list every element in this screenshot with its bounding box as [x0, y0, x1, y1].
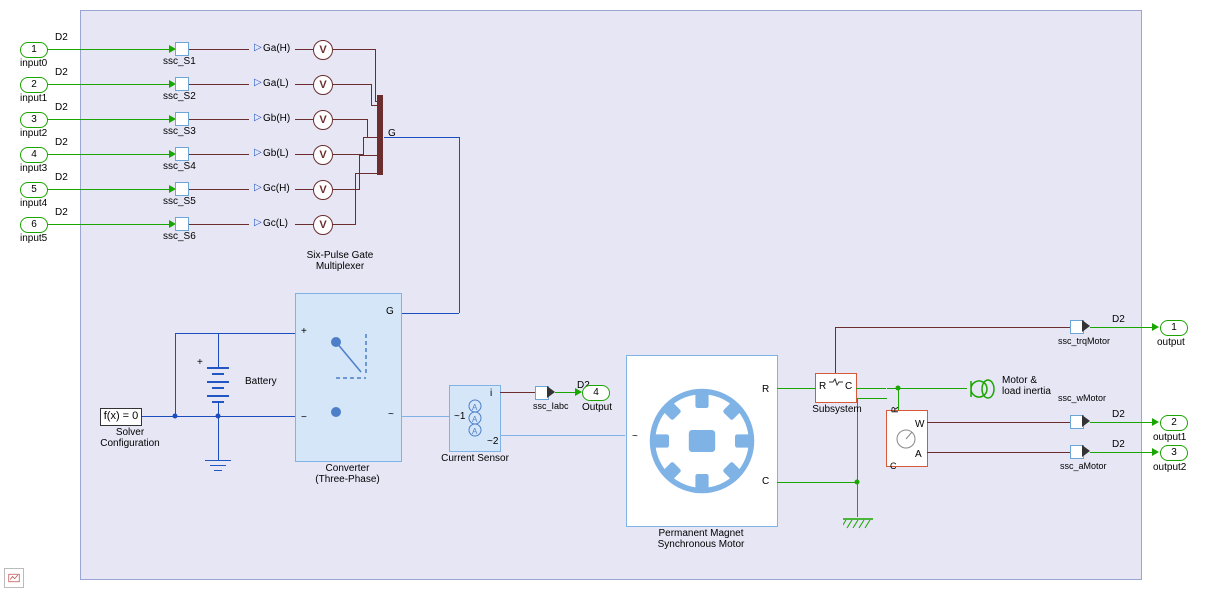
inport-label-1: input0 — [20, 58, 47, 69]
svg-text:A: A — [472, 403, 478, 412]
input-port-6[interactable]: 6 — [20, 217, 48, 233]
current-sensor[interactable]: ~1 ~2 i A A A — [449, 385, 501, 452]
electrical-reference[interactable] — [205, 460, 231, 480]
sig-label-1: ssc_S1 — [163, 56, 196, 67]
gate-label-2: Ga(L) — [263, 78, 289, 89]
mux-label: Six-Pulse Gate Multiplexer — [290, 250, 390, 272]
output-port-2[interactable]: 2 — [1160, 415, 1188, 431]
pmsm-label: Permanent Magnet Synchronous Motor — [626, 528, 776, 550]
inport-tag-1: D2 — [55, 32, 68, 43]
output-port-4[interactable]: 4 — [582, 385, 610, 401]
input-port-4[interactable]: 4 — [20, 147, 48, 163]
output-port-1[interactable]: 1 — [1160, 320, 1188, 336]
subsystem-label: Subsystem — [810, 404, 864, 415]
six-pulse-gate-multiplexer[interactable] — [377, 95, 383, 175]
inertia-label: Motor & load inertia — [1002, 375, 1051, 397]
voltage-source-6[interactable]: V — [313, 215, 333, 235]
simulink-ps-converter-2[interactable] — [175, 77, 189, 91]
converter-label: Converter (Three-Phase) — [295, 463, 400, 485]
ideal-rotational-motion-sensor[interactable]: R W A C — [886, 410, 928, 467]
mechanical-rotational-reference[interactable] — [843, 517, 873, 532]
input-port-2[interactable]: 2 — [20, 77, 48, 93]
inport-tag-2: D2 — [55, 67, 68, 78]
svg-text:A: A — [472, 427, 478, 436]
simulink-ps-converter-3[interactable] — [175, 112, 189, 126]
sig-label-2: ssc_S2 — [163, 91, 196, 102]
simulink-ps-converter-1[interactable] — [175, 42, 189, 56]
battery-block[interactable]: + — [203, 355, 233, 415]
motor-load-inertia[interactable] — [968, 378, 996, 400]
battery-label: Battery — [245, 376, 277, 387]
gate-label-1: Ga(H) — [263, 43, 290, 54]
input-port-5[interactable]: 5 — [20, 182, 48, 198]
model-badge-icon — [4, 568, 24, 588]
svg-text:A: A — [472, 415, 478, 424]
model-panel — [80, 10, 1142, 580]
simulink-ps-converter-6[interactable] — [175, 217, 189, 231]
solver-configuration[interactable]: f(x) = 0 — [100, 408, 142, 426]
current-sensor-label: Current Sensor — [430, 453, 520, 464]
voltage-source-1[interactable]: V — [313, 40, 333, 60]
voltage-source-5[interactable]: V — [313, 180, 333, 200]
voltage-source-2[interactable]: V — [313, 75, 333, 95]
voltage-source-4[interactable]: V — [313, 145, 333, 165]
inport-label-2: input1 — [20, 93, 47, 104]
input-port-3[interactable]: 3 — [20, 112, 48, 128]
solver-config-label: Solver Configuration — [85, 427, 175, 449]
converter-three-phase[interactable]: + − G ~ — [295, 293, 402, 462]
subsystem-block[interactable]: R C — [815, 373, 857, 403]
output-port-3[interactable]: 3 — [1160, 445, 1188, 461]
voltage-source-3[interactable]: V — [313, 110, 333, 130]
pmsm-block[interactable]: ~ R C — [626, 355, 778, 527]
simulink-ps-converter-5[interactable] — [175, 182, 189, 196]
input-port-1[interactable]: 1 — [20, 42, 48, 58]
simulink-ps-converter-4[interactable] — [175, 147, 189, 161]
